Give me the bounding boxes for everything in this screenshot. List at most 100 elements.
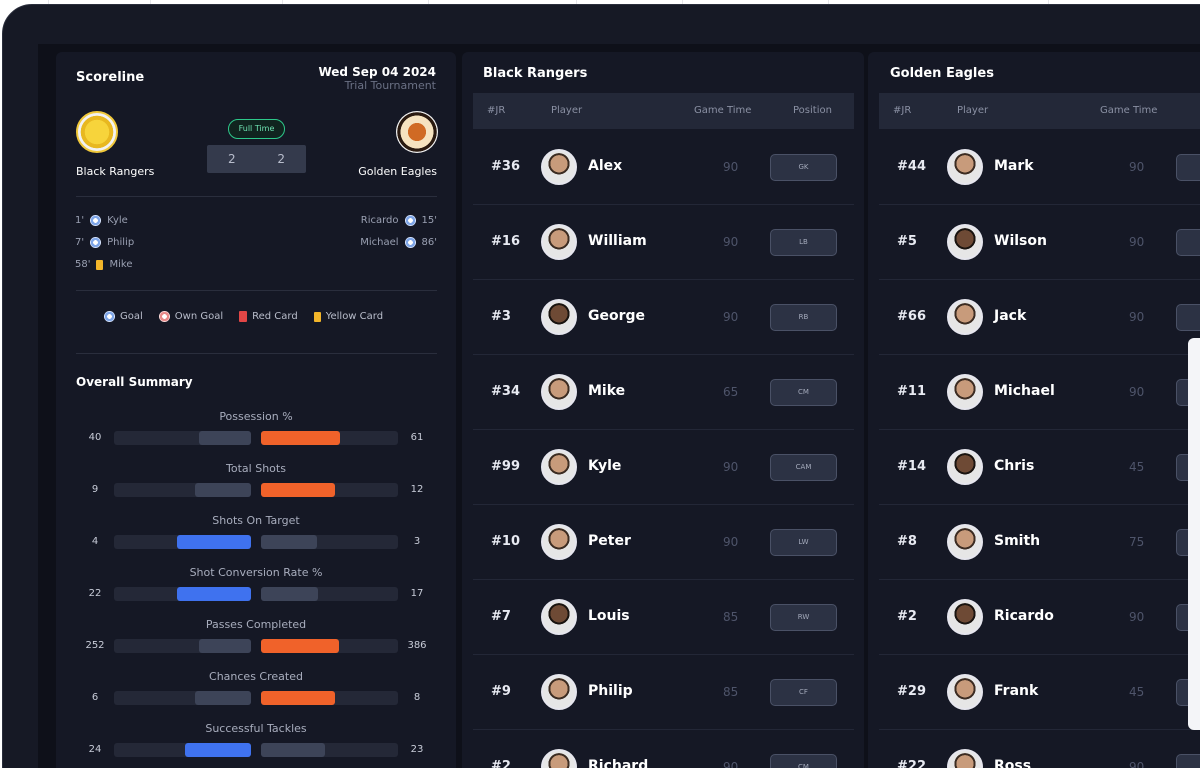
player-avatar [947, 149, 983, 185]
side-popup[interactable] [1188, 338, 1200, 730]
player-row[interactable]: #66 Jack 90 [879, 280, 1200, 355]
stat-away-value: 61 [410, 432, 424, 443]
stat-away-bar [261, 691, 398, 705]
player-avatar [541, 374, 577, 410]
player-avatar [541, 524, 577, 560]
stat-away-value: 12 [410, 484, 424, 495]
player-avatar [947, 524, 983, 560]
stat-home-bar [114, 639, 251, 653]
player-row[interactable]: #2 Ricardo 90 [879, 580, 1200, 655]
player-position-badge[interactable]: CF [770, 679, 837, 706]
stat-away-value: 3 [413, 536, 421, 547]
player-position-badge[interactable] [1176, 754, 1200, 768]
player-position-badge[interactable]: CAM [770, 454, 837, 481]
stat-home-bar [114, 431, 251, 445]
stat-home-bar [114, 691, 251, 705]
player-row[interactable]: #29 Frank 45 [879, 655, 1200, 730]
stat-away-bar [261, 639, 398, 653]
stat-away-fill [261, 639, 339, 653]
stat-home-bar [114, 587, 251, 601]
player-row[interactable]: #8 Smith 75 [879, 505, 1200, 580]
player-position-badge[interactable]: CM [770, 379, 837, 406]
player-row[interactable]: #22 Ross 90 [879, 730, 1200, 768]
player-game-time: 85 [723, 610, 739, 624]
player-game-time: 85 [723, 685, 739, 699]
player-game-time: 90 [1129, 310, 1145, 324]
goal-icon [404, 237, 416, 248]
player-name: Peter [588, 533, 631, 549]
stat-away-value: 8 [413, 692, 421, 703]
player-row[interactable]: #11 Michael 90 [879, 355, 1200, 430]
player-position-badge[interactable]: RW [770, 604, 837, 631]
player-position-badge[interactable] [1176, 304, 1200, 331]
player-row[interactable]: #3 George 90 RB [473, 280, 854, 355]
player-row[interactable]: #34 Mike 65 CM [473, 355, 854, 430]
player-position-badge[interactable]: CM [770, 754, 837, 768]
player-position-badge[interactable]: RB [770, 304, 837, 331]
player-number: #8 [897, 534, 917, 549]
stat-away-fill [261, 743, 325, 757]
own-goal-icon [158, 311, 170, 322]
away-team-name: Golden Eagles [358, 165, 437, 178]
player-position-badge[interactable]: LB [770, 229, 837, 256]
goal-icon [90, 215, 102, 226]
stat-label: Passes Completed [205, 618, 307, 631]
player-game-time: 90 [723, 535, 739, 549]
player-game-time: 90 [723, 460, 739, 474]
player-avatar [541, 149, 577, 185]
player-name: Chris [994, 458, 1035, 474]
player-row[interactable]: #99 Kyle 90 CAM [473, 430, 854, 505]
stat-away-fill [261, 483, 335, 497]
column-header: Player [551, 105, 583, 116]
player-row[interactable]: #10 Peter 90 LW [473, 505, 854, 580]
player-row[interactable]: #36 Alex 90 GK [473, 130, 854, 205]
stat-home-value: 252 [85, 640, 105, 651]
home-lineup-header: #JR Player Game Time Position [473, 93, 854, 129]
goal-icon [90, 237, 102, 248]
stat-away-value: 23 [410, 744, 424, 755]
player-game-time: 90 [723, 160, 739, 174]
player-name: William [588, 233, 647, 249]
player-position-badge[interactable]: LW [770, 529, 837, 556]
divider [76, 290, 437, 291]
stat-away-value: 386 [407, 640, 427, 651]
player-row[interactable]: #44 Mark 90 [879, 130, 1200, 205]
player-row[interactable]: #7 Louis 85 RW [473, 580, 854, 655]
player-avatar [947, 749, 983, 768]
away-event: Michael 86' [360, 237, 437, 248]
player-avatar [541, 599, 577, 635]
stat-label: Possession % [219, 410, 293, 423]
player-row[interactable]: #2 Richard 90 CM [473, 730, 854, 768]
stat-home-bar [114, 743, 251, 757]
stat-away-value: 17 [410, 588, 424, 599]
player-position-badge[interactable] [1176, 154, 1200, 181]
home-event: 58' Mike [75, 259, 133, 270]
stat-away-fill [261, 431, 340, 445]
player-row[interactable]: #14 Chris 45 [879, 430, 1200, 505]
player-avatar [947, 374, 983, 410]
player-row[interactable]: #9 Philip 85 CF [473, 655, 854, 730]
stat-away-bar [261, 587, 398, 601]
player-name: Mark [994, 158, 1034, 174]
player-game-time: 90 [1129, 610, 1145, 624]
stat-home-value: 24 [88, 744, 102, 755]
player-game-time: 90 [723, 760, 739, 768]
player-game-time: 65 [723, 385, 739, 399]
player-avatar [947, 299, 983, 335]
stat-home-fill [177, 535, 251, 549]
player-position-badge[interactable]: GK [770, 154, 837, 181]
player-number: #66 [897, 309, 926, 324]
player-name: Louis [588, 608, 630, 624]
player-game-time: 90 [1129, 385, 1145, 399]
stat-away-fill [261, 535, 317, 549]
player-avatar [947, 449, 983, 485]
player-row[interactable]: #16 William 90 LB [473, 205, 854, 280]
player-game-time: 45 [1129, 685, 1145, 699]
stat-label: Shot Conversion Rate % [189, 566, 323, 579]
goal-icon [404, 215, 416, 226]
player-row[interactable]: #5 Wilson 90 [879, 205, 1200, 280]
player-number: #5 [897, 234, 917, 249]
player-position-badge[interactable] [1176, 229, 1200, 256]
stat-home-fill [199, 431, 251, 445]
stat-home-value: 22 [88, 588, 102, 599]
